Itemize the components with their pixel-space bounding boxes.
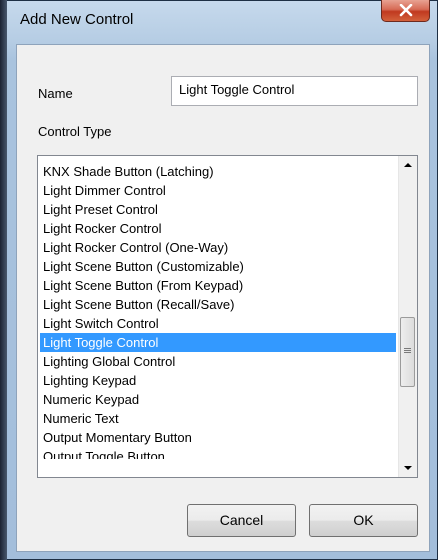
thumb-grip-line: [404, 352, 411, 353]
cancel-button[interactable]: Cancel: [187, 504, 296, 537]
list-item[interactable]: Light Scene Button (Recall/Save): [40, 295, 396, 314]
window-title: Add New Control: [20, 11, 134, 28]
list-item[interactable]: Numeric Text: [40, 409, 396, 428]
control-type-label: Control Type: [38, 124, 112, 139]
control-type-items: KNX Shade Button (Latching) Light Dimmer …: [40, 162, 396, 459]
name-label: Name: [38, 86, 73, 101]
scroll-down-button[interactable]: [399, 459, 417, 477]
ok-button[interactable]: OK: [309, 504, 418, 537]
list-item[interactable]: Lighting Global Control: [40, 352, 396, 371]
list-item[interactable]: KNX Shade Button (Latching): [40, 162, 396, 181]
listbox-scrollbar[interactable]: [398, 156, 417, 477]
list-item[interactable]: Light Rocker Control: [40, 219, 396, 238]
scroll-down-arrow-icon: [404, 466, 412, 470]
list-item[interactable]: Light Toggle Control: [40, 333, 396, 352]
window-left-edge: [0, 0, 7, 560]
list-item[interactable]: Light Switch Control: [40, 314, 396, 333]
thumb-grip-line: [404, 350, 411, 351]
list-item[interactable]: Output Toggle Button: [40, 447, 396, 459]
list-item[interactable]: Lighting Keypad: [40, 371, 396, 390]
name-input[interactable]: Light Toggle Control: [171, 76, 418, 106]
scroll-up-button[interactable]: [399, 156, 417, 174]
title-bar[interactable]: Add New Control: [7, 0, 438, 36]
close-icon: [399, 4, 413, 17]
control-type-listbox[interactable]: KNX Shade Button (Latching) Light Dimmer …: [37, 155, 418, 478]
list-item[interactable]: Light Rocker Control (One-Way): [40, 238, 396, 257]
list-item[interactable]: Light Dimmer Control: [40, 181, 396, 200]
list-item[interactable]: Light Scene Button (Customizable): [40, 257, 396, 276]
list-item[interactable]: Numeric Keypad: [40, 390, 396, 409]
scrollbar-thumb[interactable]: [400, 317, 415, 387]
dialog-client-area: Name Light Toggle Control Control Type K…: [16, 44, 430, 552]
list-item[interactable]: Light Scene Button (From Keypad): [40, 276, 396, 295]
thumb-grip-line: [404, 348, 411, 349]
close-button[interactable]: [381, 0, 430, 22]
list-item[interactable]: Light Preset Control: [40, 200, 396, 219]
scroll-up-arrow-icon: [404, 163, 412, 167]
list-item[interactable]: Output Momentary Button: [40, 428, 396, 447]
add-new-control-dialog: Add New Control Name Light Toggle Contro…: [0, 0, 438, 560]
